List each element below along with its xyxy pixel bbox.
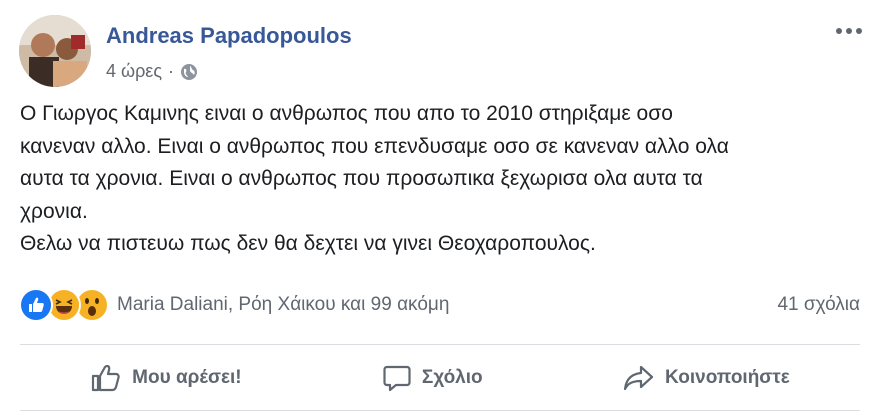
like-label: Μου αρέσει! [132, 366, 242, 388]
post-time[interactable]: 4 ώρες [106, 61, 162, 82]
reactions-bar: Maria Daliani, Ρόη Χάικου και 99 ακόμη 4… [19, 288, 860, 322]
comment-bubble-icon [383, 365, 411, 391]
like-button[interactable]: Μου αρέσει! [74, 355, 257, 401]
share-label: Κοινοποιήστε [664, 366, 790, 388]
share-button[interactable]: Κοινοποιήστε [607, 355, 806, 401]
more-options-icon[interactable] [832, 19, 866, 43]
meta-separator: · [168, 61, 175, 81]
like-reaction-icon [19, 288, 53, 322]
avatar-photo [19, 15, 91, 87]
reaction-names[interactable]: Maria Daliani, Ρόη Χάικου και 99 ακόμη [117, 294, 449, 316]
divider [20, 410, 860, 411]
thumbs-up-icon [92, 364, 120, 391]
post-text: Ο Γιωργος Καμινης ειναι ο ανθρωπος που α… [20, 98, 860, 261]
action-bar: Μου αρέσει! Σχόλιο Κοινοποιήστε [20, 345, 860, 410]
reaction-icons[interactable] [19, 288, 109, 322]
post-header: Andreas Papadopoulos 4 ώρες · [19, 15, 866, 87]
share-arrow-icon [623, 365, 654, 390]
post-meta: 4 ώρες · [106, 61, 198, 82]
post-line: χρονια. [20, 199, 88, 223]
author-avatar[interactable] [19, 15, 91, 87]
globe-icon[interactable] [180, 63, 198, 81]
comment-button[interactable]: Σχόλιο [366, 355, 499, 401]
post-line: κανεναν αλλο. Ειναι ο ανθρωπος που επενδ… [20, 134, 729, 158]
comments-count[interactable]: 41 σχόλια [777, 294, 860, 316]
comment-label: Σχόλιο [421, 366, 483, 388]
post-line: αυτα τα χρονια. Ειναι ο ανθρωπος που προ… [20, 167, 703, 190]
post-line: Θελω να πιστευω πως δεν θα δεχτει να γιν… [20, 232, 596, 255]
author-name[interactable]: Andreas Papadopoulos [106, 23, 352, 49]
post-line: Ο Γιωργος Καμινης ειναι ο ανθρωπος που α… [20, 102, 673, 125]
